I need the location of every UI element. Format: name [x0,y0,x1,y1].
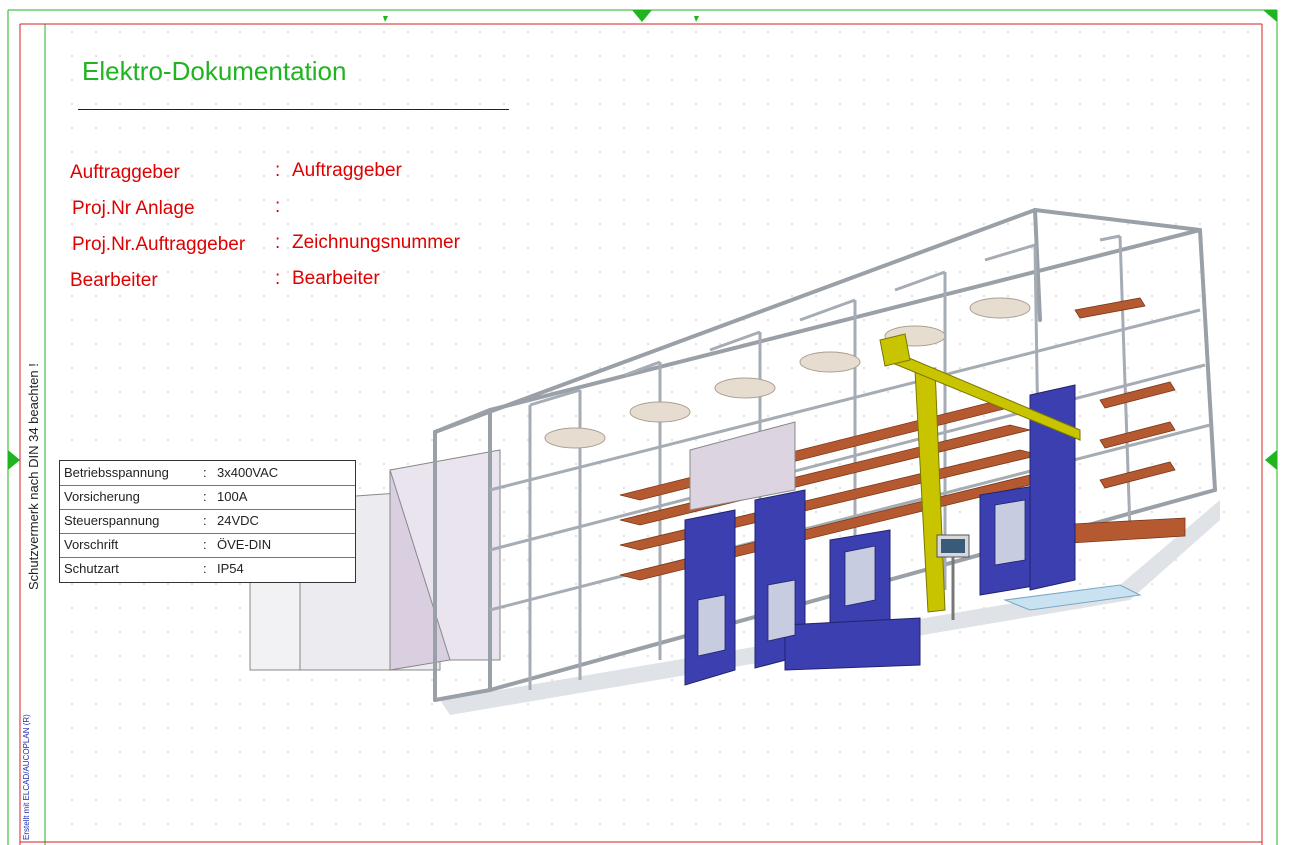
spec-row: Steuerspannung : 24VDC [60,509,355,534]
info-label-client: Auftraggeber [70,162,180,183]
spec-key: Vorschrift [64,537,119,552]
spec-value: 3x400VAC [217,465,279,480]
info-label-client-project-number: Proj.Nr.Auftraggeber [72,234,246,255]
title-underline [78,109,509,110]
spec-key: Steuerspannung [64,513,160,528]
spec-value: 24VDC [217,513,259,528]
info-label-project-number: Proj.Nr Anlage [72,198,195,219]
machine-3d-illustration [249,208,1220,715]
spec-table: Betriebsspannung : 3x400VAC Vorsicherung… [59,460,356,583]
spec-key: Vorsicherung [64,489,140,504]
drawing-sheet: Elektro-Dokumentation Auftraggeber : Auf… [0,0,1290,845]
spec-row: Vorsicherung : 100A [60,485,355,510]
spec-row: Betriebsspannung : 3x400VAC [60,461,355,486]
protection-note: Schutzvermerk nach DIN 34 beachten ! [26,363,41,590]
info-value-client: Auftraggeber [292,160,402,181]
spec-value: ÖVE-DIN [217,537,272,552]
document-title: Elektro-Dokumentation [82,56,347,86]
spec-value: IP54 [217,561,244,576]
spec-row: Schutzart : IP54 [64,561,244,576]
spec-row: Vorschrift : ÖVE-DIN [60,533,355,558]
info-label-editor: Bearbeiter [70,270,158,291]
spec-key: Betriebsspannung [64,465,169,480]
spec-value: 100A [217,489,248,504]
info-colon: : [275,160,281,181]
created-with-note: Erstellt mit ELCAD/AUCOPLAN (R) [22,714,31,840]
spec-key: Schutzart [64,561,119,576]
